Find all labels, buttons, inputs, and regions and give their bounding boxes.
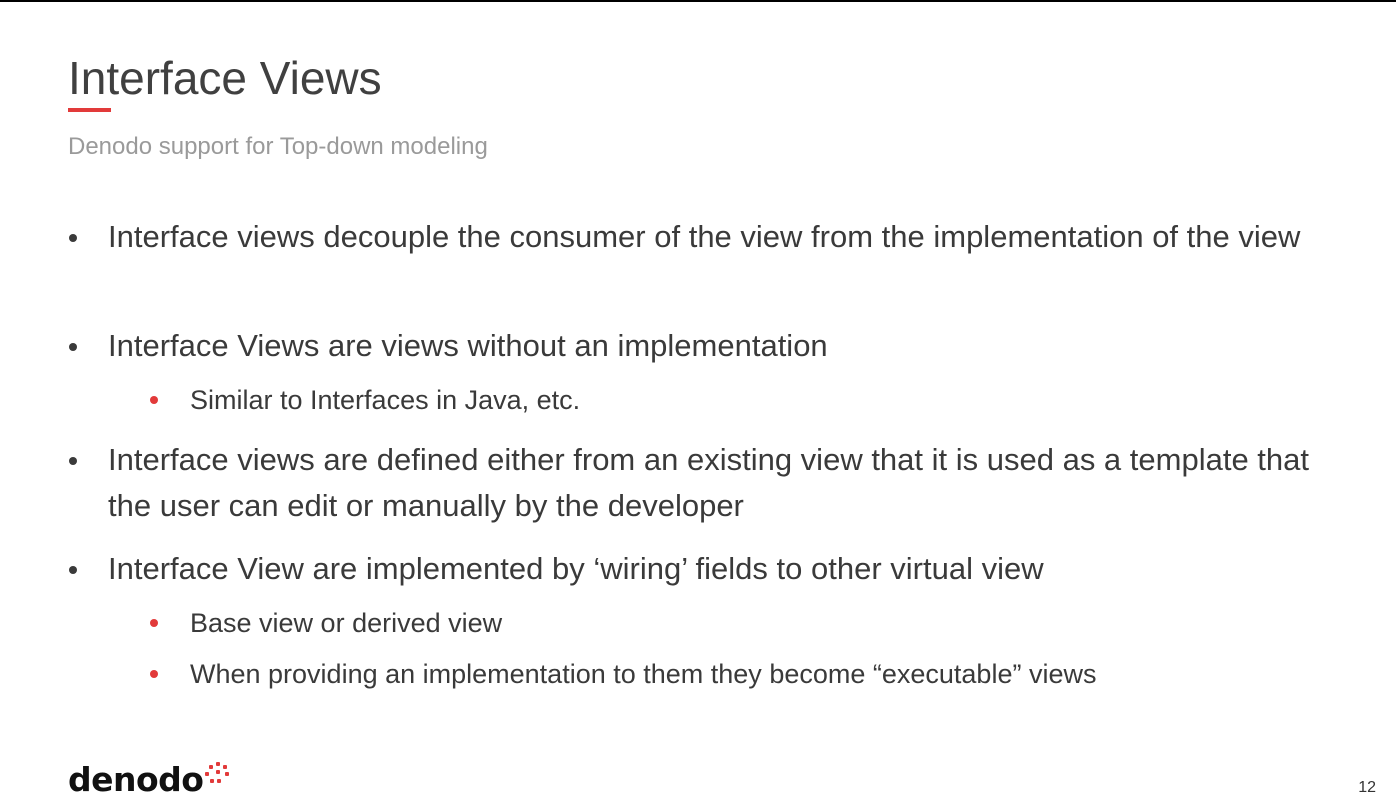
sub-bullet-dot xyxy=(150,619,158,627)
sub-bullet-item: Base view or derived view xyxy=(190,608,503,638)
bullet-item: Interface View are implemented by ‘wirin… xyxy=(108,551,1044,586)
bullet-list: Interface views decouple the consumer of… xyxy=(0,0,1396,810)
page-number: 12 xyxy=(1358,779,1376,796)
bullet-item: Interface views decouple the consumer of… xyxy=(108,219,1301,254)
bullet-dot xyxy=(69,566,77,574)
bullet-item: Interface views are defined either from … xyxy=(108,442,1310,523)
sub-bullet-item: When providing an implementation to them… xyxy=(190,659,1097,689)
bullet-dot xyxy=(69,457,77,465)
logo-text: denodo xyxy=(68,760,204,799)
denodo-dots-logo-icon xyxy=(205,762,231,788)
sub-bullet-dot xyxy=(150,396,158,404)
sub-bullet-item: Similar to Interfaces in Java, etc. xyxy=(190,385,581,415)
bullet-dot xyxy=(69,343,77,351)
bullet-item: Interface Views are views without an imp… xyxy=(108,328,828,363)
bullet-dot xyxy=(69,234,77,242)
denodo-logo: denodo xyxy=(68,760,231,800)
sub-bullet-dot xyxy=(150,670,158,678)
